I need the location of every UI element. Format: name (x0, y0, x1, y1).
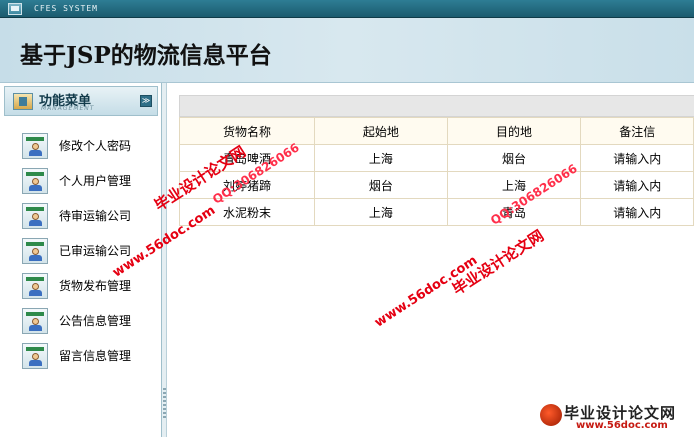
menu-upload-icon (13, 93, 33, 110)
user-card-icon (22, 167, 48, 194)
collapse-menu-icon[interactable]: ≫ (140, 95, 152, 107)
cell-remark: 请输入内 (580, 144, 694, 172)
sidebar-item-announcements[interactable]: 公告信息管理 (22, 303, 157, 338)
sidebar-item-label: 货物发布管理 (59, 279, 132, 293)
header-banner: 基于JSP的物流信息平台 (0, 18, 694, 83)
menu-header: 功能菜单 MANAGEMENT ≫ (4, 86, 158, 116)
sidebar-item-label: 已审运输公司 (59, 244, 132, 258)
user-card-icon (22, 237, 48, 264)
system-title: CFES SYSTEM (34, 4, 98, 13)
user-card-icon (22, 342, 48, 369)
cell-origin: 上海 (313, 144, 448, 172)
brand-logo-icon (540, 404, 562, 426)
user-card-icon (22, 132, 48, 159)
user-card-icon (22, 272, 48, 299)
table-row[interactable]: 水泥粉末 上海 青岛 请输入内 (179, 198, 694, 226)
sidebar-item-cargo-management[interactable]: 货物发布管理 (22, 268, 157, 303)
sidebar-item-change-password[interactable]: 修改个人密码 (22, 128, 157, 163)
menu-subtitle: MANAGEMENT (41, 105, 95, 112)
sidebar-item-label: 公告信息管理 (59, 314, 132, 328)
sidebar-item-label: 待审运输公司 (59, 209, 132, 223)
sidebar-item-messages[interactable]: 留言信息管理 (22, 338, 157, 373)
system-window-icon (8, 2, 22, 15)
site-brand: 毕业设计论文网 www.56doc.com (536, 400, 694, 437)
sidebar-item-label: 留言信息管理 (59, 349, 132, 363)
sidebar-item-label: 修改个人密码 (59, 139, 132, 153)
splitter-grip-icon[interactable] (163, 388, 166, 418)
cell-remark: 请输入内 (580, 171, 694, 199)
user-card-icon (22, 307, 48, 334)
cell-origin: 上海 (313, 198, 448, 226)
column-header-origin: 起始地 (313, 117, 448, 145)
user-card-icon (22, 202, 48, 229)
column-header-remark: 备注信 (580, 117, 694, 145)
table-toolbar (179, 95, 694, 117)
system-title-bar: CFES SYSTEM (0, 0, 694, 18)
main-content: 货物名称 起始地 目的地 备注信 青岛啤酒 上海 烟台 请输入内 刘婷猪蹄 烟台… (167, 83, 694, 437)
sidebar-item-user-management[interactable]: 个人用户管理 (22, 163, 157, 198)
sidebar-item-pending-carriers[interactable]: 待审运输公司 (22, 198, 157, 233)
cell-remark: 请输入内 (580, 198, 694, 226)
sidebar-item-label: 个人用户管理 (59, 174, 132, 188)
cell-origin: 烟台 (313, 171, 448, 199)
page-title: 基于JSP的物流信息平台 (20, 42, 272, 69)
brand-url: www.56doc.com (576, 420, 668, 431)
table-header-row: 货物名称 起始地 目的地 备注信 (179, 117, 694, 145)
column-header-destination: 目的地 (446, 117, 582, 145)
